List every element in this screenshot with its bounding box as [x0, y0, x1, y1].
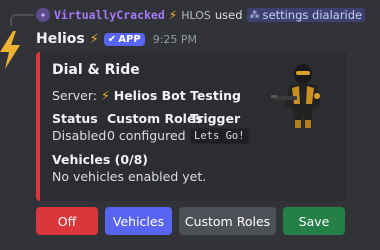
embed-title: Dial & Ride	[52, 62, 140, 78]
server-name: Helios Bot Testing	[113, 88, 241, 103]
reply-connector	[10, 14, 34, 26]
embed-server-line: Server: ⚡ Helios Bot Testing	[52, 88, 241, 103]
vehicles-text: No vehicles enabled yet.	[52, 169, 207, 184]
reply-avatar[interactable]: ✦	[36, 8, 50, 22]
reply-preview[interactable]: ✦ VirtuallyCracked ⚡ HLOS used ⁂ setting…	[36, 6, 366, 24]
vehicles-button[interactable]: Vehicles	[105, 207, 172, 235]
field-value: 0 configured	[107, 128, 186, 143]
bot-avatar[interactable]	[0, 30, 24, 70]
command-mention[interactable]: ⁂ settings dialaride	[246, 8, 366, 22]
vehicles-title: Vehicles (0/8)	[52, 152, 149, 167]
action-row: Off Vehicles Custom Roles Save	[36, 207, 345, 235]
reply-username[interactable]: VirtuallyCracked	[54, 8, 165, 22]
field-value: Disabled	[52, 128, 107, 143]
author-name[interactable]: Helios	[36, 31, 85, 47]
field-status: Status Disabled	[52, 111, 106, 143]
custom-roles-button[interactable]: Custom Roles	[179, 207, 276, 235]
embed-thumbnail[interactable]	[267, 60, 337, 132]
bolt-icon: ⚡	[100, 88, 110, 103]
server-label: Server:	[52, 88, 97, 103]
verified-check-icon: ✔	[107, 33, 117, 45]
app-badge-label: APP	[118, 33, 141, 45]
field-vehicles: Vehicles (0/8) No vehicles enabled yet.	[52, 152, 206, 184]
lightning-icon	[0, 31, 20, 69]
reply-used-label: used	[214, 8, 243, 22]
command-icon: ⁂	[249, 9, 260, 21]
trigger-code: Lets Go!	[190, 128, 249, 144]
app-badge: ✔ APP	[103, 32, 145, 46]
command-name: settings dialaride	[262, 8, 363, 22]
settings-embed: Dial & Ride Server: ⚡ Helios Bot Testing…	[36, 52, 347, 201]
bolt-icon: ⚡	[89, 31, 99, 47]
timestamp: 9:25 PM	[152, 32, 198, 46]
field-trigger: Trigger Lets Go!	[190, 111, 249, 144]
field-name: Trigger	[190, 111, 241, 126]
bolt-icon: ⚡	[168, 8, 178, 22]
field-name: Status	[52, 111, 98, 126]
reply-guild-tag: HLOS	[181, 8, 211, 22]
message-header: Helios ⚡ ✔ APP 9:25 PM	[36, 29, 197, 49]
off-button[interactable]: Off	[36, 207, 98, 235]
save-button[interactable]: Save	[283, 207, 345, 235]
field-custom-roles: Custom Roles 0 configured	[107, 111, 203, 143]
field-name: Custom Roles	[107, 111, 203, 126]
